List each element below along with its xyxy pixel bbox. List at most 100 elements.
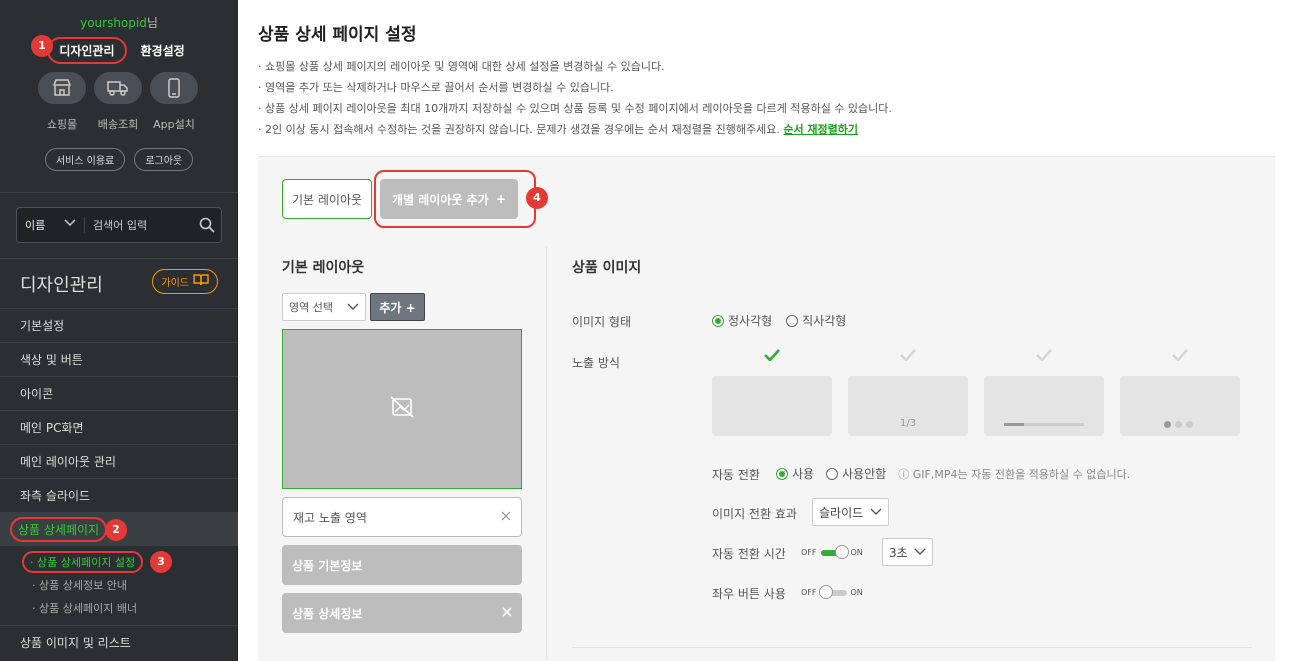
sub-item-detail-banner[interactable]: · 상품 상세페이지 배너 xyxy=(0,596,238,619)
sub-menu: · 상품 상세페이지 설정 3 · 상품 상세정보 안내 · 상품 상세페이지 … xyxy=(0,546,238,625)
shape-label: 이미지 형태 xyxy=(572,315,632,329)
notes: · 쇼핑몰 상품 상세 페이지의 레이아웃 및 영역에 대한 상세 설정을 변경… xyxy=(258,56,892,140)
shape-square-radio[interactable]: 정사각형 xyxy=(712,312,772,329)
account-buttons: 서비스 이용료 로그아웃 xyxy=(0,148,238,171)
block-product-detail[interactable]: 상품 상세정보 xyxy=(282,593,522,633)
menu-item-main-layout[interactable]: 메인 레이아웃 관리 xyxy=(0,444,238,478)
toggle-knob xyxy=(818,584,833,599)
close-icon[interactable] xyxy=(502,606,512,620)
toggle-off-text: OFF xyxy=(801,588,817,597)
search-input[interactable]: 검색어 입력 xyxy=(85,217,193,233)
tab-basic-layout[interactable]: 기본 레이아웃 xyxy=(282,179,372,219)
auto-hint: ⓘ GIF,MP4는 자동 전환을 적용하실 수 없습니다. xyxy=(898,467,1131,481)
sub-item-detail-info[interactable]: · 상품 상세정보 안내 xyxy=(0,573,238,596)
step-marker-3: 3 xyxy=(150,551,172,573)
sidebar-top: yourshopid님 디자인관리 환경설정 1 쇼핑몰 배송조회 App설치 … xyxy=(0,0,238,193)
phone-icon xyxy=(150,72,198,104)
stock-region[interactable]: 재고 노출 영역 xyxy=(282,497,522,537)
section-header: 디자인관리 가이드 xyxy=(0,258,238,308)
sub-item-detail-settings[interactable]: · 상품 상세페이지 설정 3 xyxy=(0,550,238,573)
block-product-basic-label: 상품 기본정보 xyxy=(292,558,363,573)
step-marker-2: 2 xyxy=(105,519,127,541)
quick-delivery-label: 배송조회 xyxy=(97,118,139,131)
stock-region-label: 재고 노출 영역 xyxy=(293,510,367,525)
logout-button[interactable]: 로그아웃 xyxy=(134,148,194,171)
menu-item-left-slide[interactable]: 좌측 슬라이드 xyxy=(0,478,238,512)
display-label: 노출 방식 xyxy=(572,356,620,370)
quick-shop-label: 쇼핑몰 xyxy=(46,118,78,131)
arrow-label: 좌우 버튼 사용 xyxy=(712,587,786,601)
guide-button[interactable]: 가이드 xyxy=(152,269,218,294)
note-3: · 상품 상세 페이지 레이아웃을 최대 10개까지 저장하실 수 있으며 상품… xyxy=(258,102,892,115)
effect-select[interactable]: 슬라이드 xyxy=(812,498,889,526)
sidebar-menu: 기본설정 색상 및 버튼 아이콘 메인 PC화면 메인 레이아웃 관리 좌측 슬… xyxy=(0,308,238,659)
quick-shop[interactable]: 쇼핑몰 xyxy=(38,72,86,132)
auto-off-radio[interactable]: 사용안함 xyxy=(826,465,886,482)
check-icon xyxy=(900,349,916,365)
chevron-down-icon xyxy=(64,217,76,233)
toggle-track xyxy=(818,584,847,599)
layout-column: 기본 레이아웃 영역 선택 추가 + 재고 노출 영역 상품 기본정보 상품 상… xyxy=(282,257,522,633)
shape-rect-radio[interactable]: 직사각형 xyxy=(786,312,846,329)
quick-links: 쇼핑몰 배송조회 App설치 xyxy=(36,72,206,132)
check-icon xyxy=(764,349,780,365)
block-product-basic[interactable]: 상품 기본정보 xyxy=(282,545,522,585)
display-option-single[interactable] xyxy=(712,376,832,436)
toggle-track xyxy=(820,544,849,559)
toggle-off-text: OFF xyxy=(801,548,817,557)
add-region-button[interactable]: 추가 + xyxy=(370,293,425,321)
note-1: · 쇼핑몰 상품 상세 페이지의 레이아웃 및 영역에 대한 상세 설정을 변경… xyxy=(258,60,665,73)
toggle-on-text: ON xyxy=(850,548,863,557)
tab-environment-settings[interactable]: 환경설정 xyxy=(135,39,191,62)
guide-label: 가이드 xyxy=(161,278,189,289)
page-title: 상품 상세 페이지 설정 xyxy=(258,25,417,45)
menu-item-basic-settings[interactable]: 기본설정 xyxy=(0,308,238,342)
chevron-down-icon xyxy=(870,505,882,519)
chevron-down-icon xyxy=(914,545,926,559)
dot-active xyxy=(1164,421,1171,428)
quick-app[interactable]: App설치 xyxy=(150,72,198,132)
display-option-dots[interactable] xyxy=(1120,376,1240,436)
menu-item-main-pc[interactable]: 메인 PC화면 xyxy=(0,410,238,444)
menu-item-icon[interactable]: 아이콘 xyxy=(0,376,238,410)
close-icon[interactable] xyxy=(501,510,511,524)
shape-options: 정사각형 직사각형 xyxy=(712,312,846,329)
dot xyxy=(1186,421,1193,428)
region-row: 영역 선택 추가 + xyxy=(282,293,425,321)
menu-item-color-button[interactable]: 색상 및 버튼 xyxy=(0,342,238,376)
section-divider xyxy=(572,647,1252,648)
effect-value: 슬라이드 xyxy=(819,505,864,520)
toggle-on-text: ON xyxy=(850,588,863,597)
shape-rect-label: 직사각형 xyxy=(802,314,847,328)
layout-panel: 기본 레이아웃 개별 레이아웃 추가 + 4 기본 레이아웃 영역 선택 추가 … xyxy=(258,156,1275,661)
display-option-counter[interactable]: 1/3 xyxy=(848,376,968,436)
dot xyxy=(1175,421,1182,428)
auto-options: 사용 사용안함 ⓘ GIF,MP4는 자동 전환을 적용하실 수 없습니다. xyxy=(776,465,1130,482)
menu-item-product-detail[interactable]: 상품 상세페이지 2 xyxy=(0,512,238,546)
step-marker-1: 1 xyxy=(31,35,53,57)
search-icon[interactable] xyxy=(193,217,221,233)
search-field-select[interactable]: 이름 xyxy=(17,217,85,233)
image-region[interactable] xyxy=(282,329,522,489)
menu-item-product-image-list[interactable]: 상품 이미지 및 리스트 xyxy=(0,625,238,659)
time-select[interactable]: 3초 xyxy=(882,538,933,566)
store-icon xyxy=(38,72,86,104)
quick-delivery[interactable]: 배송조회 xyxy=(94,72,142,132)
quick-app-label: App설치 xyxy=(153,118,195,131)
effect-label: 이미지 전환 효과 xyxy=(712,507,797,521)
auto-time-toggle[interactable]: OFF ON xyxy=(801,544,863,559)
truck-icon xyxy=(94,72,142,104)
auto-on-label: 사용 xyxy=(792,467,815,481)
service-fee-button[interactable]: 서비스 이용료 xyxy=(44,148,126,171)
display-option-bar[interactable] xyxy=(984,376,1104,436)
tab-add-layout[interactable]: 개별 레이아웃 추가 + xyxy=(380,179,518,219)
dots-indicator xyxy=(1164,421,1193,428)
arrow-toggle[interactable]: OFF ON xyxy=(801,584,863,599)
sidebar-search: 이름 검색어 입력 xyxy=(16,207,222,243)
check-icon xyxy=(1172,349,1188,365)
reorder-link[interactable]: 순서 재정렬하기 xyxy=(783,123,858,136)
radio-dot xyxy=(712,314,724,327)
auto-on-radio[interactable]: 사용 xyxy=(776,465,814,482)
tab-design-manage[interactable]: 디자인관리 xyxy=(47,37,127,64)
region-select[interactable]: 영역 선택 xyxy=(282,293,366,321)
